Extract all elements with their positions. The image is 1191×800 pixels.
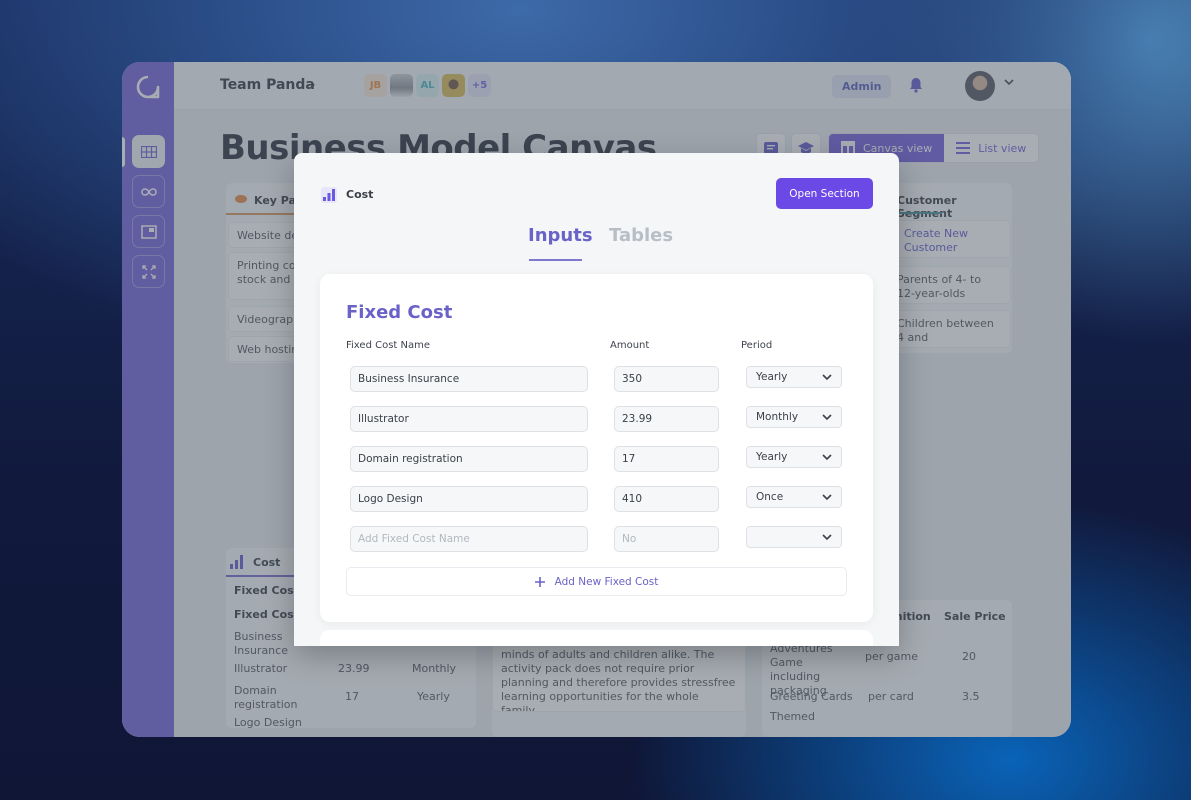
fixed-cost-form: Fixed Cost Fixed Cost Name Amount Period… (320, 274, 873, 622)
chevron-down-icon (822, 413, 832, 420)
open-section-button[interactable]: Open Section (776, 178, 873, 209)
fixed-cost-name-input[interactable] (350, 366, 588, 392)
plus-icon (534, 576, 545, 587)
new-fixed-cost-name-input[interactable] (350, 526, 588, 552)
chevron-down-icon (822, 493, 832, 500)
fixed-cost-amount-input[interactable] (614, 446, 719, 472)
column-label-amount: Amount (610, 340, 650, 351)
next-section-card (320, 630, 873, 646)
column-label-name: Fixed Cost Name (346, 340, 431, 351)
fixed-cost-amount-input[interactable] (614, 366, 719, 392)
chevron-down-icon (822, 533, 832, 540)
tab-inputs[interactable]: Inputs (528, 225, 593, 246)
add-fixed-cost-button[interactable]: Add New Fixed Cost (346, 567, 847, 596)
chevron-down-icon (822, 373, 832, 380)
fixed-cost-name-input[interactable] (350, 446, 588, 472)
active-tab-indicator (529, 259, 582, 261)
fixed-cost-amount-input[interactable] (614, 406, 719, 432)
column-label-period: Period (741, 340, 773, 351)
period-select[interactable]: Yearly (746, 366, 842, 388)
period-select-value: Monthly (756, 411, 799, 423)
period-select-value: Once (756, 491, 784, 503)
fixed-cost-name-input[interactable] (350, 486, 588, 512)
chevron-down-icon (822, 453, 832, 460)
new-fixed-cost-amount-input[interactable] (614, 526, 719, 552)
period-select[interactable]: Once (746, 486, 842, 508)
modal-section-label: Cost (346, 188, 374, 201)
fixed-cost-amount-input[interactable] (614, 486, 719, 512)
period-select[interactable]: Yearly (746, 446, 842, 468)
period-select[interactable]: Monthly (746, 406, 842, 428)
bar-chart-icon (321, 187, 337, 203)
tab-tables[interactable]: Tables (609, 225, 673, 246)
add-fixed-cost-label: Add New Fixed Cost (554, 575, 659, 588)
fixed-cost-name-input[interactable] (350, 406, 588, 432)
period-select-value: Yearly (756, 451, 788, 463)
fixed-cost-title: Fixed Cost (346, 302, 453, 323)
period-select-value: Yearly (756, 371, 788, 383)
new-period-select[interactable] (746, 526, 842, 548)
cost-modal: Cost Open Section Inputs Tables Fixed Co… (294, 153, 899, 646)
